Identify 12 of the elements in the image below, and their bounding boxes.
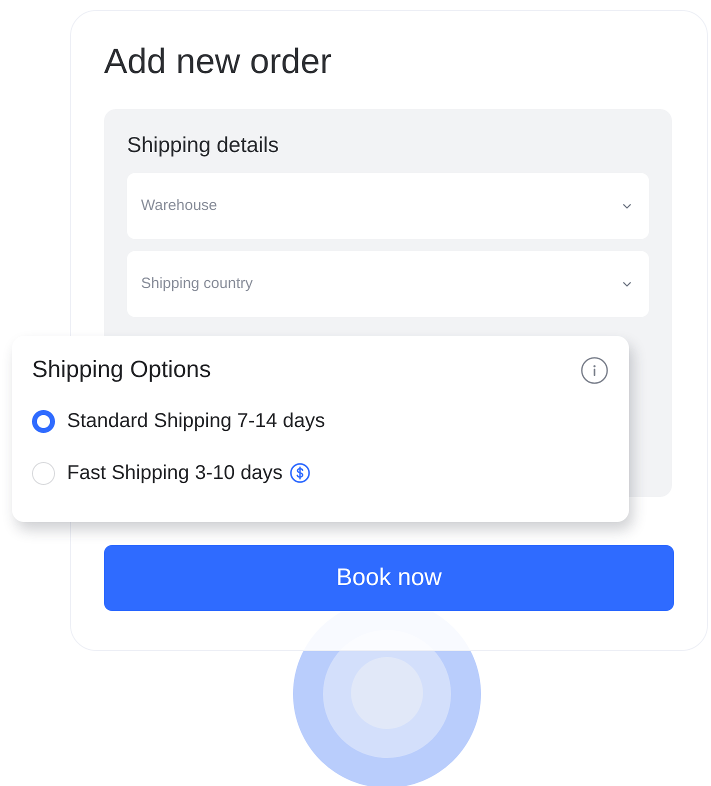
popup-title: Shipping Options <box>32 354 211 384</box>
dropdown-field[interactable]: Shipping country <box>127 251 649 317</box>
chevron-down-icon <box>623 282 631 286</box>
option-label[interactable]: Fast Shipping 3-10 days <box>67 458 283 488</box>
page-title: Add new order <box>104 41 332 83</box>
chevron-down-icon <box>623 204 631 208</box>
dropdown-field[interactable]: Warehouse <box>127 173 649 239</box>
info-icon[interactable] <box>581 357 608 384</box>
book-button[interactable]: Book now <box>104 545 674 611</box>
option-label[interactable]: Standard Shipping 7-14 days <box>67 406 325 436</box>
radio-button[interactable] <box>32 410 55 432</box>
section-title: Shipping details <box>127 132 279 159</box>
